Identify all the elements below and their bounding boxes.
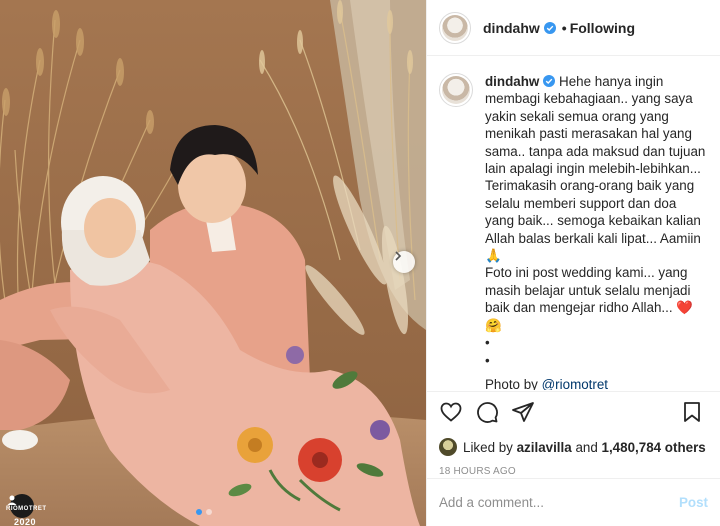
likes-connector: and [575,439,598,455]
likes-prefix: Liked by [463,439,513,455]
action-icons-row [439,400,708,424]
post-timestamp[interactable]: 18 HOURS AGO [439,466,708,477]
comment-icon[interactable] [475,400,499,424]
carousel-dot-active [196,509,202,515]
caption-text: Hehe hanya ingin membagi kebahagiaan.. y… [485,74,706,368]
following-button[interactable]: Following [570,20,635,36]
header-username[interactable]: dindahw [483,20,540,36]
verified-icon [543,75,556,87]
comment-input[interactable] [439,495,679,510]
comments-area: dindahw Hehe hanya ingin membagi kebahag… [427,57,720,390]
post-details-panel: dindahw • Following dindahw Hehe hanya i… [426,0,720,526]
add-comment-bar: Post [427,478,720,526]
post-photo[interactable]: RIOMOTRET 2020 [0,0,426,526]
bookmark-icon[interactable] [680,400,704,424]
carousel-indicator [196,509,212,515]
photographer-mention-link[interactable]: @riomotret [542,377,608,390]
watermark-year: 2020 [14,517,37,526]
avatar[interactable] [439,11,471,44]
photo-credit: Photo by @riomotret [485,377,706,390]
post-actions: Liked by azilavilla and 1,480,784 others… [427,391,720,477]
carousel-dot [206,509,212,515]
post-caption: dindahw Hehe hanya ingin membagi kebahag… [439,73,706,369]
caption-body: dindahw Hehe hanya ingin membagi kebahag… [485,73,706,369]
liked-by-user-link[interactable]: azilavilla [517,440,572,455]
caption-username[interactable]: dindahw [485,74,539,89]
post-header: dindahw • Following [427,0,720,56]
post-comment-button[interactable]: Post [679,495,708,510]
share-icon[interactable] [511,400,535,424]
likes-summary: Liked by azilavilla and 1,480,784 others [439,438,708,456]
avatar[interactable] [439,73,473,107]
heart-icon[interactable] [439,400,463,424]
avatar[interactable] [439,438,457,456]
likes-count-link[interactable]: 1,480,784 others [602,440,706,455]
chevron-right-icon [395,251,402,261]
watermark-name: RIOMOTRET [6,506,47,512]
photo-credit-prefix: Photo by [485,376,538,390]
photographer-watermark: RIOMOTRET 2020 [6,494,46,526]
separator-dot: • [561,19,567,36]
verified-icon [543,21,556,34]
carousel-next-button[interactable] [393,251,415,273]
wedding-photo-illustration [0,0,426,526]
